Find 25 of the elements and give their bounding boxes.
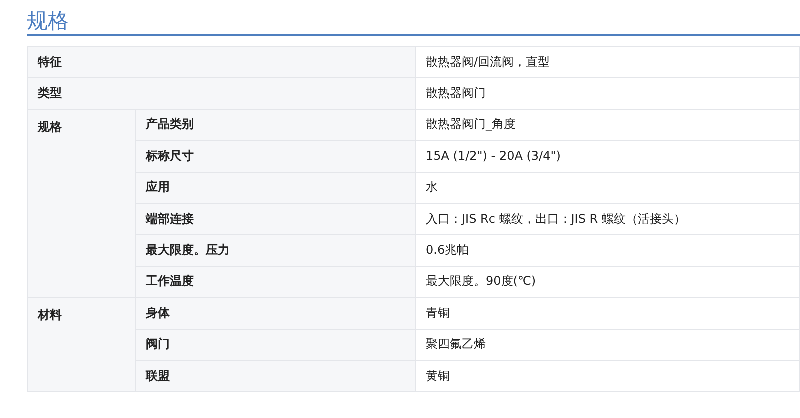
table-header-cell: 最大限度。压力 (136, 234, 416, 266)
section-title: 规格 (27, 0, 800, 36)
table-header-cell: 特征 (28, 46, 416, 78)
table-header-cell: 类型 (28, 78, 416, 110)
table-cell: 15A (1/2") - 20A (3/4") (416, 140, 800, 172)
table-header-cell: 材料 (28, 298, 136, 392)
table-cell: 最大限度。90度(℃) (416, 266, 800, 298)
table-header-cell: 工作温度 (136, 266, 416, 298)
table-header-cell: 标称尺寸 (136, 140, 416, 172)
table-header-cell: 规格 (28, 109, 136, 298)
table-cell: 散热器阀门 (416, 78, 800, 110)
table-cell: 散热器阀/回流阀，直型 (416, 46, 800, 78)
table-cell: 青铜 (416, 298, 800, 330)
table-header-cell: 端部连接 (136, 203, 416, 235)
table-cell: 0.6兆帕 (416, 234, 800, 266)
table-cell: 散热器阀门_角度 (416, 109, 800, 141)
table-header-cell: 联盟 (136, 360, 416, 392)
table-header-cell: 阀门 (136, 329, 416, 360)
table-cell: 水 (416, 172, 800, 204)
table-cell: 聚四氟乙烯 (416, 329, 800, 360)
table-header-cell: 产品类别 (136, 109, 416, 141)
table-cell: 入口：JIS Rc 螺纹，出口：JIS R 螺纹（活接头） (416, 203, 800, 235)
table-cell: 黄铜 (416, 360, 800, 392)
table-header-cell: 应用 (136, 172, 416, 204)
table-header-cell: 身体 (136, 298, 416, 330)
